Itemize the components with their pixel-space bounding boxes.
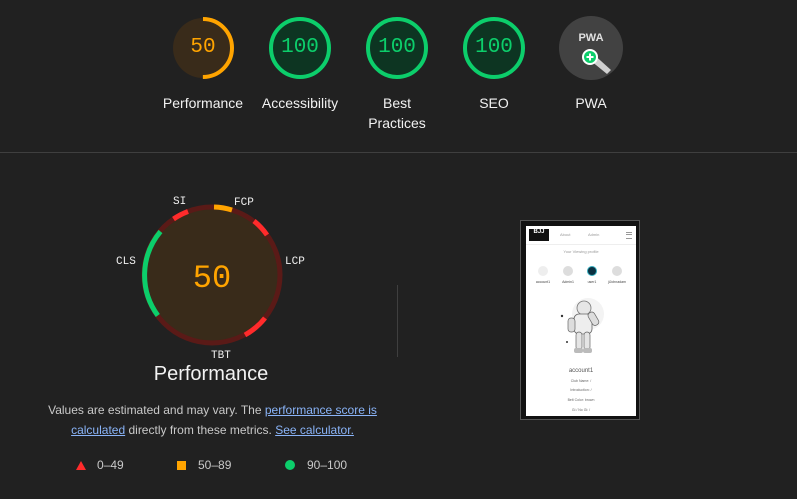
orange-square-icon <box>177 460 186 470</box>
metric-label-fcp: FCP <box>234 197 254 209</box>
gauge-label: Best Practices <box>368 95 426 131</box>
account-name: account1 <box>535 280 551 284</box>
red-triangle-icon <box>76 460 86 470</box>
screenshot-subtitle: Your Viewing profile <box>563 249 599 254</box>
green-circle-icon <box>285 460 295 470</box>
score-legend: 0–49 50–89 90–100 <box>70 458 370 474</box>
gauge-accessibility[interactable]: 100 Accessibility <box>250 16 350 113</box>
pwa-badge-text: PWA <box>578 32 603 44</box>
gauge-score: 50 <box>190 36 216 59</box>
screenshot-nav-admin: Admin <box>588 232 600 237</box>
vertical-divider <box>397 285 398 357</box>
avatar <box>612 266 622 276</box>
bjj-logo: BJJ <box>529 229 549 241</box>
gauge-performance[interactable]: 50 Performance <box>153 16 253 113</box>
legend-range: 50–89 <box>198 458 232 472</box>
gauge-seo[interactable]: 100 SEO <box>444 16 544 113</box>
legend-range: 0–49 <box>97 458 124 472</box>
hamburger-menu-icon <box>626 232 632 239</box>
see-calculator-link[interactable]: See calculator. <box>275 423 354 437</box>
legend-item-average: 50–89 <box>177 458 231 472</box>
gauge-score: 100 <box>475 36 513 59</box>
account-name: user1 <box>587 280 597 284</box>
gauge-pwa[interactable]: PWA PWA <box>541 16 641 113</box>
pwa-badge-icon: PWA <box>559 16 623 80</box>
screenshot-page: BJJ About Admin Your Viewing profile acc… <box>526 226 636 416</box>
fcp-segment <box>213 204 233 213</box>
profile-row: Belt Color: brown <box>567 398 595 402</box>
profile-row: Introduction: / <box>570 388 592 392</box>
profile-row: Gi / No Gi: / <box>571 408 591 412</box>
section-divider <box>0 152 797 153</box>
screenshot-header: BJJ About Admin <box>526 226 636 245</box>
astronaut-avatar-icon <box>538 266 548 276</box>
category-gauges: 50 Performance 100 Accessibility 100 Bes… <box>0 0 797 152</box>
gauge-best-practices[interactable]: 100 Best Practices <box>347 16 447 133</box>
profile-row: Club Name: / <box>570 379 592 383</box>
metric-label-si: SI <box>173 196 187 208</box>
performance-title: Performance <box>153 363 269 385</box>
avatar-active <box>587 266 597 276</box>
profile-name: account1 <box>568 368 594 374</box>
metric-label-tbt: TBT <box>211 350 231 362</box>
screenshot-nav-about: About <box>560 232 571 237</box>
account-name: jiJohnadam <box>608 280 626 284</box>
gauge-label: PWA <box>575 95 607 111</box>
description-text: Values are estimated and may vary. The <box>48 403 265 417</box>
legend-item-pass: 90–100 <box>285 458 347 472</box>
gauge-score: 100 <box>378 36 416 59</box>
account-name: Admin1 <box>562 280 574 284</box>
gauge-label: SEO <box>479 95 509 111</box>
avatar <box>563 266 573 276</box>
performance-description: Values are estimated and may vary. The p… <box>40 400 385 440</box>
astronaut-illustration-icon <box>560 298 604 353</box>
legend-item-fail: 0–49 <box>76 458 124 472</box>
description-text: directly from these metrics. <box>125 423 276 437</box>
gauge-label: Accessibility <box>261 95 339 111</box>
performance-gauge: SI FCP LCP TBT CLS 50 <box>102 187 322 387</box>
performance-score: 50 <box>192 260 232 297</box>
gauge-label: Performance <box>162 95 244 111</box>
gauge-score: 100 <box>281 36 319 59</box>
final-screenshot[interactable]: BJJ About Admin Your Viewing profile acc… <box>520 220 640 420</box>
legend-range: 90–100 <box>307 458 348 472</box>
